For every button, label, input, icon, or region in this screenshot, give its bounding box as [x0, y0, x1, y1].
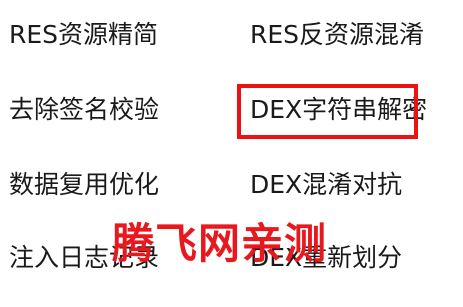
option-data-reuse-optimize[interactable]: 数据复用优化 — [9, 170, 159, 200]
option-dex-obfuscation-counter[interactable]: DEX混淆对抗 — [250, 170, 402, 200]
watermark-text: 腾飞网亲测 — [112, 219, 328, 268]
option-res-slim[interactable]: RES资源精简 — [9, 20, 158, 50]
highlight-box — [237, 84, 418, 139]
option-remove-signature-check[interactable]: 去除签名校验 — [9, 95, 159, 125]
option-res-deobfuscate[interactable]: RES反资源混淆 — [250, 20, 424, 50]
